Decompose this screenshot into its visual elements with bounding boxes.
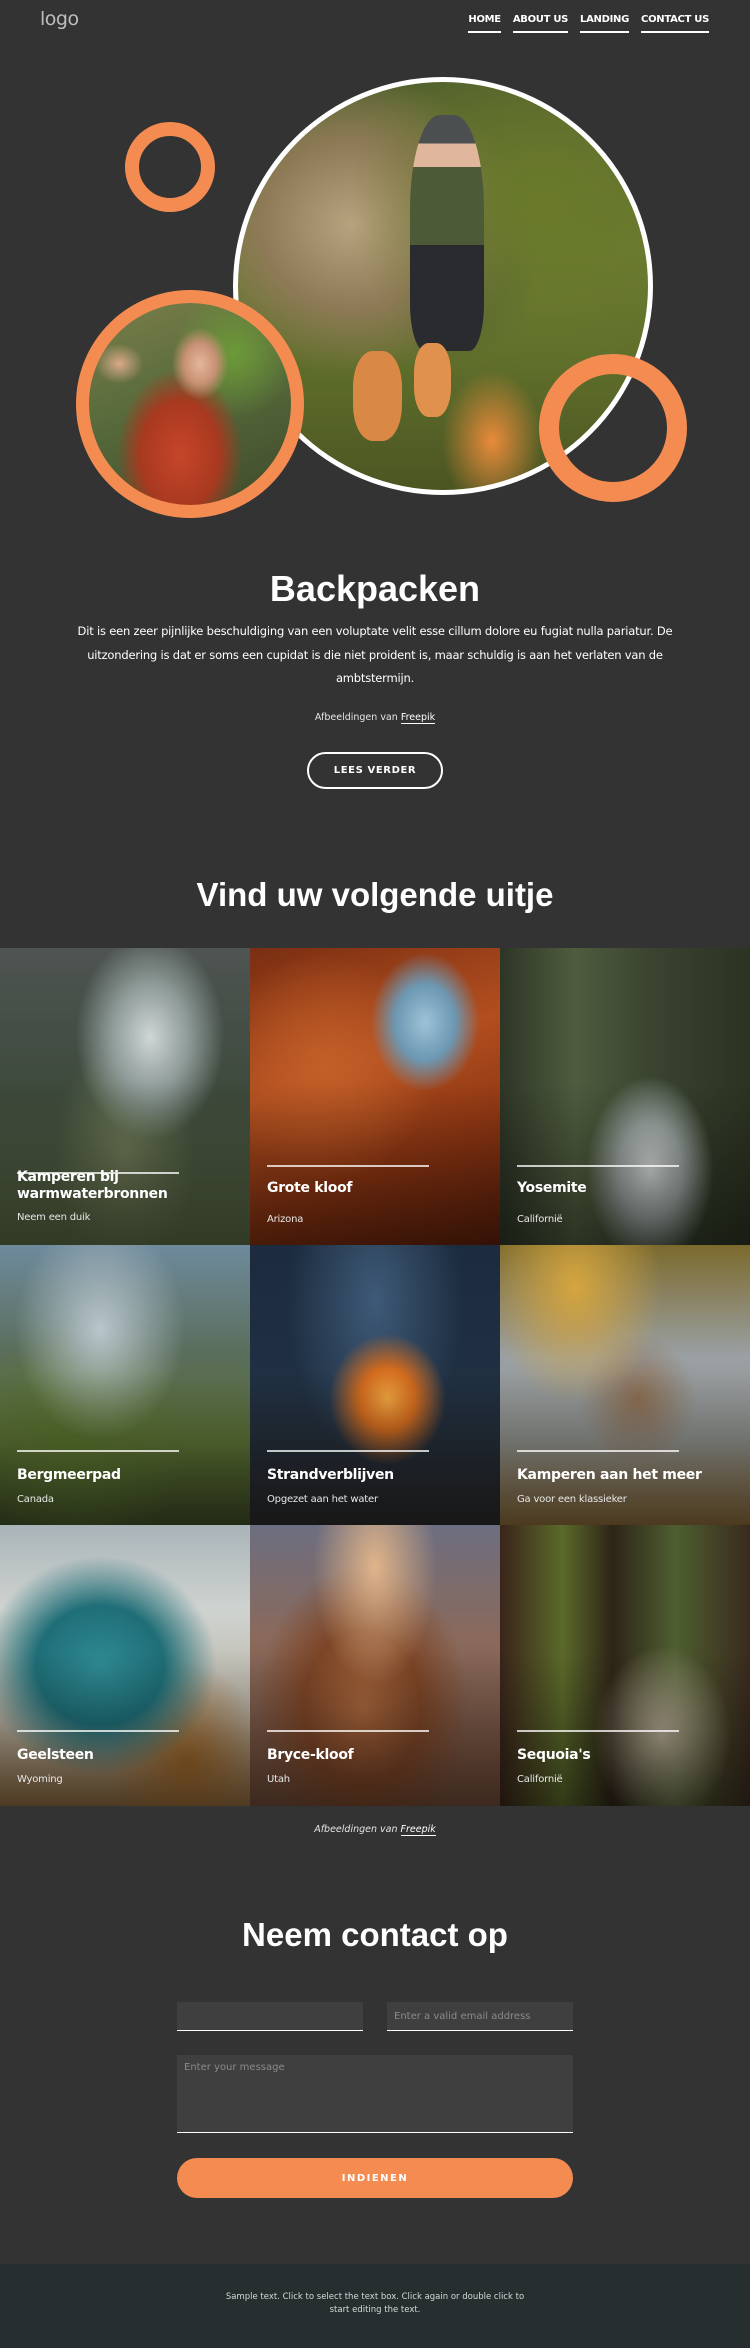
email-input[interactable] xyxy=(387,2002,573,2031)
card-title: Kamperen aan het meer xyxy=(517,1467,702,1483)
read-more-button[interactable]: LEES VERDER xyxy=(307,752,443,789)
submit-button[interactable]: INDIENEN xyxy=(177,2158,573,2198)
destination-card[interactable]: Strandverblijven Opgezet aan het water xyxy=(250,1245,500,1525)
card-title: Strandverblijven xyxy=(267,1467,394,1483)
card-subtitle: Canada xyxy=(17,1494,54,1505)
destination-card[interactable]: Yosemite Californië xyxy=(500,948,750,1245)
photo-person xyxy=(410,114,484,352)
nav-contact-us[interactable]: CONTACT US xyxy=(641,14,709,33)
card-title: Geelsteen xyxy=(17,1747,94,1763)
card-subtitle: Neem een duik xyxy=(17,1212,91,1223)
destination-card[interactable]: Sequoia's Californië xyxy=(500,1525,750,1806)
contact-title: Neem contact op xyxy=(242,1916,508,1953)
photo-boot xyxy=(352,351,402,442)
destination-card[interactable]: Bergmeerpad Canada xyxy=(0,1245,250,1525)
card-divider xyxy=(517,1165,679,1167)
main-nav: HOME ABOUT US LANDING CONTACT US xyxy=(468,14,709,33)
credit-prefix: Afbeeldingen van xyxy=(314,712,398,723)
hero-description: Dit is een zeer pijnlijke beschuldiging … xyxy=(77,624,673,685)
freepik-link[interactable]: Freepik xyxy=(400,712,436,724)
card-subtitle: Californië xyxy=(517,1774,563,1785)
card-divider xyxy=(517,1450,679,1452)
card-overlay xyxy=(250,948,500,1245)
card-title: Bergmeerpad xyxy=(17,1467,121,1483)
card-subtitle: Ga voor een klassieker xyxy=(517,1494,627,1505)
card-overlay xyxy=(500,948,750,1245)
nav-landing[interactable]: LANDING xyxy=(580,14,629,33)
card-title: Yosemite xyxy=(517,1180,587,1196)
nav-home[interactable]: HOME xyxy=(468,14,501,33)
card-subtitle: Utah xyxy=(267,1774,290,1785)
card-subtitle: Californië xyxy=(517,1214,563,1225)
destinations-title: Vind uw volgende uitje xyxy=(196,876,554,913)
photo-boot xyxy=(414,343,452,417)
destination-card[interactable]: Grote kloof Arizona xyxy=(250,948,500,1245)
destination-card[interactable]: Geelsteen Wyoming xyxy=(0,1525,250,1806)
card-divider xyxy=(517,1730,679,1732)
card-divider xyxy=(267,1165,429,1167)
destination-card[interactable]: Bryce-kloof Utah xyxy=(250,1525,500,1806)
card-subtitle: Arizona xyxy=(267,1214,304,1225)
grid-image-credit: Afbeeldingen van Freepik xyxy=(0,1824,750,1836)
card-title: Kamperen bij warmwaterbronnen xyxy=(17,1169,168,1202)
logo[interactable]: logo xyxy=(40,8,79,30)
decorative-ring-large xyxy=(539,354,687,502)
card-divider xyxy=(267,1730,429,1732)
card-title: Sequoia's xyxy=(517,1747,591,1763)
card-divider xyxy=(17,1450,179,1452)
destination-card[interactable]: Kamperen aan het meer Ga voor een klassi… xyxy=(500,1245,750,1525)
hero-title: Backpacken xyxy=(269,568,481,609)
hero-selfie-photo xyxy=(76,290,304,518)
freepik-link[interactable]: Freepik xyxy=(400,1824,436,1836)
destinations-grid: Kamperen bij warmwaterbronnen Neem een d… xyxy=(0,948,750,1806)
destination-card[interactable]: Kamperen bij warmwaterbronnen Neem een d… xyxy=(0,948,250,1245)
card-subtitle: Opgezet aan het water xyxy=(267,1494,378,1505)
card-divider xyxy=(267,1450,429,1452)
credit-prefix: Afbeeldingen van xyxy=(314,1824,398,1835)
image-credit: Afbeeldingen van Freepik xyxy=(0,712,750,724)
card-divider xyxy=(17,1730,179,1732)
message-textarea[interactable] xyxy=(177,2055,573,2133)
decorative-ring-small xyxy=(125,122,215,212)
card-title: Bryce-kloof xyxy=(267,1747,354,1763)
name-input[interactable] xyxy=(177,2002,363,2031)
footer-text[interactable]: Sample text. Click to select the text bo… xyxy=(225,2291,525,2317)
site-footer: Sample text. Click to select the text bo… xyxy=(0,2264,750,2348)
nav-about-us[interactable]: ABOUT US xyxy=(512,14,568,33)
site-header: logo HOME ABOUT US LANDING CONTACT US xyxy=(0,0,750,60)
card-title: Grote kloof xyxy=(267,1180,353,1196)
card-subtitle: Wyoming xyxy=(17,1774,63,1785)
